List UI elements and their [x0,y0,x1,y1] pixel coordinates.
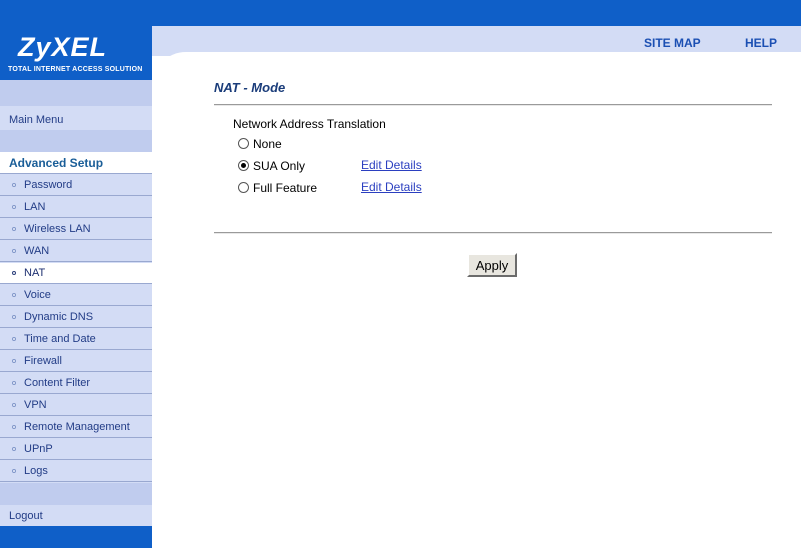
option-label: Full Feature [253,181,318,195]
sidebar-logout[interactable]: Logout [0,506,152,526]
sidebar-item-lan[interactable]: LAN [0,197,152,218]
sidebar-item-label: UPnP [24,443,53,455]
logo-brand: ZyXEL [18,32,108,62]
sidebar-footer-bar [0,526,152,548]
sidebar-advanced-setup-heading: Advanced Setup [0,152,152,174]
logo-tagline: TOTAL INTERNET ACCESS SOLUTION [8,66,143,73]
sidebar-item-voice[interactable]: Voice [0,285,152,306]
bullet-icon [12,469,16,473]
sua-edit-details-link[interactable]: Edit Details [361,158,422,172]
sidebar-main-menu[interactable]: Main Menu [0,110,152,130]
sidebar-item-label: NAT [24,267,46,279]
sidebar-item-dynamic-dns[interactable]: Dynamic DNS [0,307,152,328]
option-label: SUA Only [253,159,306,173]
radio-sua-only[interactable] [238,160,249,171]
sidebar: ZyXEL TOTAL INTERNET ACCESS SOLUTION Mai… [0,26,152,548]
bullet-icon [12,359,16,363]
bullet-icon [12,337,16,341]
bullet-icon [12,447,16,451]
bullet-icon [12,183,16,187]
sidebar-item-content-filter[interactable]: Content Filter [0,373,152,394]
top-bar [0,0,801,26]
apply-button[interactable]: Apply [467,253,517,277]
page-title: NAT - Mode [214,80,286,95]
divider [214,232,772,234]
bullet-icon [12,293,16,297]
sidebar-item-label: Content Filter [24,377,91,389]
sidebar-item-remote-management[interactable]: Remote Management [0,417,152,438]
sidebar-item-label: Wireless LAN [24,223,91,235]
site-map-link[interactable]: SITE MAP [644,36,701,50]
bullet-icon [12,425,16,429]
sidebar-item-label: Voice [24,289,51,301]
sidebar-spacer [0,80,152,106]
bullet-icon [12,381,16,385]
sidebar-item-label: Dynamic DNS [24,311,94,323]
bullet-icon [12,315,16,319]
bullet-icon [12,403,16,407]
sidebar-item-logs[interactable]: Logs [0,461,152,482]
radio-full-feature[interactable] [238,182,249,193]
sidebar-item-wireless-lan[interactable]: Wireless LAN [0,219,152,240]
sidebar-item-firewall[interactable]: Firewall [0,351,152,372]
sidebar-item-label: Remote Management [24,421,130,433]
help-link[interactable]: HELP [745,36,777,50]
option-label: None [253,137,282,151]
sidebar-item-wan[interactable]: WAN [0,241,152,262]
sidebar-item-vpn[interactable]: VPN [0,395,152,416]
sidebar-item-label: Time and Date [24,333,96,345]
zyxel-logo: ZyXEL TOTAL INTERNET ACCESS SOLUTION [0,26,152,80]
sidebar-item-label: LAN [24,201,46,213]
sidebar-spacer [0,130,152,152]
radio-none[interactable] [238,138,249,149]
bullet-icon [12,249,16,253]
sidebar-item-label: WAN [24,245,50,257]
sidebar-item-label: Password [24,179,73,191]
sidebar-item-label: VPN [24,399,47,411]
bullet-icon [12,205,16,209]
divider [214,104,772,106]
sidebar-item-label: Firewall [24,355,62,367]
section-label: Network Address Translation [233,117,386,131]
bullet-icon [12,271,16,275]
bullet-icon [12,227,16,231]
sidebar-item-password[interactable]: Password [0,175,152,196]
full-feature-edit-details-link[interactable]: Edit Details [361,180,422,194]
sidebar-spacer [0,483,152,505]
sidebar-item-label: Logs [24,465,48,477]
sidebar-item-time-and-date[interactable]: Time and Date [0,329,152,350]
sidebar-item-upnp[interactable]: UPnP [0,439,152,460]
sidebar-item-nat[interactable]: NAT [0,263,152,284]
